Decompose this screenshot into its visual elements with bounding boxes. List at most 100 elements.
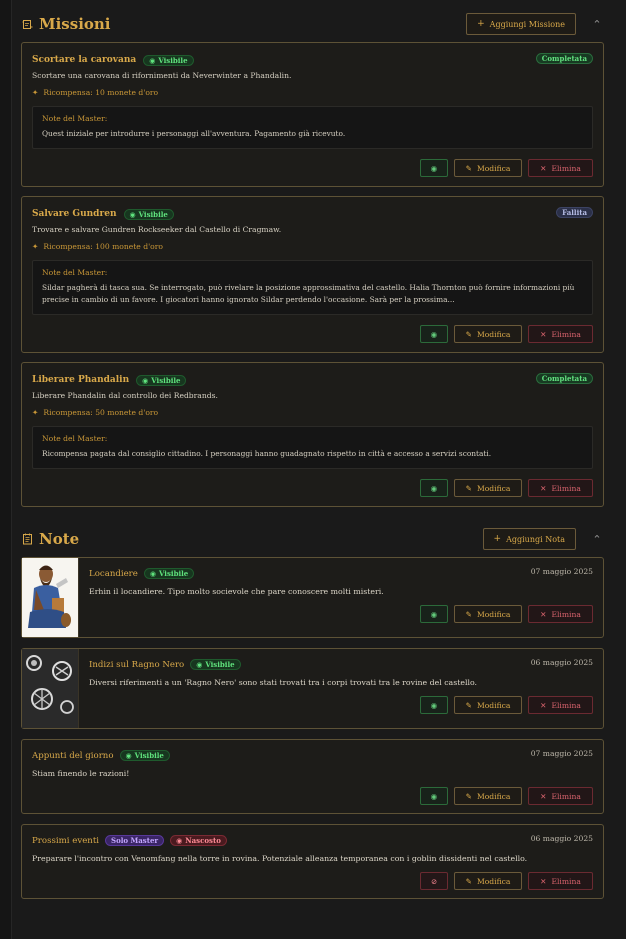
missions-title: Missioni [39, 15, 111, 33]
toggle-visibility-button[interactable]: ⊘ [420, 872, 448, 890]
add-mission-button[interactable]: + Aggiungi Missione [466, 13, 576, 35]
quest-card: Scortare la carovana ◉ Visibile Completat… [21, 42, 604, 187]
note-image [22, 649, 79, 728]
master-notes: Note del Master: Sildar pagherà di tasca… [32, 260, 593, 315]
x-icon: ✕ [540, 483, 547, 493]
quest-reward: ✦ Ricompensa: 100 monete d'oro [32, 242, 163, 251]
eye-icon: ◉ [142, 375, 149, 385]
chevron-up-icon[interactable]: ⌃ [590, 18, 604, 31]
delete-button[interactable]: ✕ Elimina [528, 696, 593, 714]
note-date: 06 maggio 2025 [530, 658, 593, 667]
master-only-badge: Solo Master [105, 835, 165, 846]
delete-button[interactable]: ✕ Elimina [528, 325, 593, 343]
quest-title: Liberare Phandalin [32, 375, 130, 385]
note-card: Indizi sul Ragno Nero ◉ Visibile 06 maggi… [21, 648, 604, 729]
eye-icon: ◉ [430, 329, 438, 339]
notepad-icon [21, 533, 33, 545]
master-notes: Note del Master: Ricompensa pagata dal c… [32, 426, 593, 469]
eye-icon: ◉ [430, 700, 438, 710]
edit-button[interactable]: ✎ Modifica [454, 872, 522, 890]
quest-reward: ✦ Ricompensa: 10 monete d'oro [32, 88, 159, 97]
edit-button[interactable]: ✎ Modifica [454, 696, 522, 714]
pencil-icon: ✎ [465, 483, 472, 493]
master-notes-text: Ricompensa pagata dal consiglio cittadin… [42, 449, 492, 458]
note-card: Locandiere ◉ Visibile 07 maggio 2025 Erhi… [21, 557, 604, 638]
quest-actions: ◉ ✎ Modifica ✕ Elimina [32, 159, 593, 177]
eye-off-icon: ◉ [176, 836, 183, 845]
note-image [22, 558, 79, 637]
x-icon: ✕ [540, 609, 547, 619]
toggle-visibility-button[interactable]: ◉ [420, 325, 448, 343]
quest-title: Scortare la carovana [32, 55, 137, 65]
note-text: Stiam finendo le razioni! [32, 769, 130, 778]
scroll-icon [21, 18, 33, 30]
delete-button[interactable]: ✕ Elimina [528, 605, 593, 623]
note-date: 06 maggio 2025 [530, 834, 593, 843]
x-icon: ✕ [540, 329, 547, 339]
edit-button[interactable]: ✎ Modifica [454, 787, 522, 805]
eye-icon: ◉ [149, 569, 156, 578]
note-actions: ◉ ✎ Modifica ✕ Elimina [32, 787, 593, 805]
delete-button[interactable]: ✕ Elimina [528, 872, 593, 890]
add-note-button[interactable]: + Aggiungi Nota [482, 528, 576, 550]
quest-title: Salvare Gundren [32, 209, 117, 219]
missions-header: Missioni + Aggiungi Missione ⌃ [21, 6, 604, 42]
quest-actions: ◉ ✎ Modifica ✕ Elimina [32, 325, 593, 343]
edit-button[interactable]: ✎ Modifica [454, 605, 522, 623]
pencil-icon: ✎ [465, 609, 472, 619]
note-date: 07 maggio 2025 [530, 749, 593, 758]
quest-description: Trovare e salvare Gundren Rockseeker dal… [32, 225, 282, 234]
visible-badge: ◉ Visibile [119, 750, 170, 761]
quest-card: Liberare Phandalin ◉ Visibile Completata … [21, 362, 604, 507]
plus-icon: + [493, 534, 502, 544]
visible-badge: ◉ Visibile [143, 568, 195, 579]
toggle-visibility-button[interactable]: ◉ [420, 479, 448, 497]
quest-reward: ✦ Ricompensa: 50 monete d'oro [32, 408, 159, 417]
toggle-visibility-button[interactable]: ◉ [420, 605, 448, 623]
master-notes-label: Note del Master: [42, 434, 108, 443]
pencil-icon: ✎ [465, 700, 472, 710]
edit-button[interactable]: ✎ Modifica [454, 159, 522, 177]
toggle-visibility-button[interactable]: ◉ [420, 787, 448, 805]
master-notes: Note del Master: Quest iniziale per intr… [32, 106, 593, 149]
chevron-up-icon[interactable]: ⌃ [590, 533, 604, 546]
eye-icon: ◉ [125, 751, 132, 760]
note-text: Preparare l'incontro con Venomfang nella… [32, 854, 528, 863]
plus-icon: + [477, 19, 485, 29]
note-title: Appunti del giorno [32, 750, 114, 761]
delete-button[interactable]: ✕ Elimina [528, 159, 593, 177]
notes-header: Note + Aggiungi Nota ⌃ [21, 521, 604, 557]
note-actions: ◉ ✎ Modifica ✕ Elimina [89, 696, 593, 714]
master-notes-label: Note del Master: [42, 114, 108, 123]
status-badge: Fallita [556, 207, 593, 218]
note-title: Indizi sul Ragno Nero [89, 659, 185, 670]
note-title: Prossimi eventi [32, 835, 100, 846]
master-notes-text: Quest iniziale per introdurre i personag… [42, 129, 346, 138]
quest-card: Salvare Gundren ◉ Visibile Fallita Trovar… [21, 196, 604, 353]
eye-off-icon: ⊘ [430, 876, 438, 886]
content: Missioni + Aggiungi Missione ⌃ Scortare … [21, 6, 604, 909]
edit-button[interactable]: ✎ Modifica [454, 325, 522, 343]
toggle-visibility-button[interactable]: ◉ [420, 696, 448, 714]
delete-button[interactable]: ✕ Elimina [528, 479, 593, 497]
note-actions: ⊘ ✎ Modifica ✕ Elimina [32, 872, 593, 890]
visible-badge: ◉ Visibile [190, 659, 241, 670]
notes-title: Note [39, 530, 80, 548]
eye-icon: ◉ [430, 483, 438, 493]
toggle-visibility-button[interactable]: ◉ [420, 159, 448, 177]
eye-icon: ◉ [149, 55, 156, 65]
sparkle-icon: ✦ [32, 408, 39, 417]
eye-icon: ◉ [430, 791, 438, 801]
note-text: Diversi riferimenti a un 'Ragno Nero' so… [89, 678, 477, 687]
quest-description: Scortare una carovana di rifornimenti da… [32, 71, 292, 80]
sparkle-icon: ✦ [32, 88, 39, 97]
note-date: 07 maggio 2025 [530, 567, 593, 576]
master-notes-label: Note del Master: [42, 268, 108, 277]
visible-badge: ◉ Visibile [123, 208, 174, 220]
quest-actions: ◉ ✎ Modifica ✕ Elimina [32, 479, 593, 497]
x-icon: ✕ [540, 163, 547, 173]
delete-button[interactable]: ✕ Elimina [528, 787, 593, 805]
edit-button[interactable]: ✎ Modifica [454, 479, 522, 497]
pencil-icon: ✎ [465, 163, 472, 173]
eye-icon: ◉ [129, 209, 136, 219]
